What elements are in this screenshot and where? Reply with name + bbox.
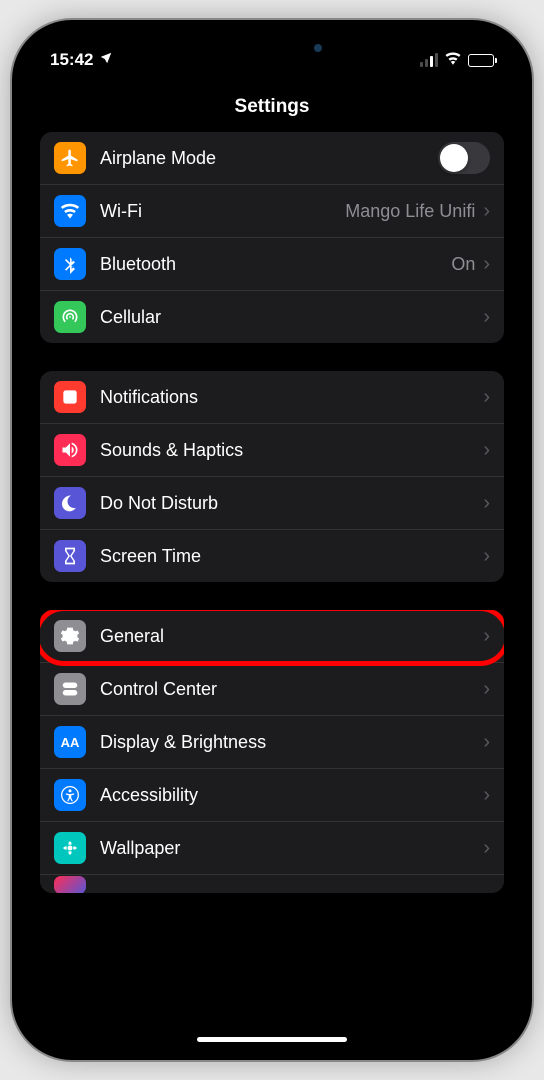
gear-icon (54, 620, 86, 652)
chevron-right-icon: › (483, 306, 490, 329)
status-right (420, 50, 494, 70)
row-notifications[interactable]: Notifications › (40, 371, 504, 424)
row-bluetooth[interactable]: Bluetooth On › (40, 238, 504, 291)
row-label: Bluetooth (100, 254, 451, 275)
chevron-right-icon: › (483, 837, 490, 860)
screen: 15:42 Settings (22, 30, 522, 1050)
row-dnd[interactable]: Do Not Disturb › (40, 477, 504, 530)
row-label: Notifications (100, 387, 483, 408)
row-label: Cellular (100, 307, 483, 328)
row-siri[interactable] (40, 875, 504, 893)
row-sounds[interactable]: Sounds & Haptics › (40, 424, 504, 477)
chevron-right-icon: › (483, 625, 490, 648)
settings-group-alerts: Notifications › Sounds & Haptics › Do No… (40, 371, 504, 582)
row-accessibility[interactable]: Accessibility › (40, 769, 504, 822)
switches-icon (54, 673, 86, 705)
row-cellular[interactable]: Cellular › (40, 291, 504, 343)
row-label: Screen Time (100, 546, 483, 567)
status-time: 15:42 (50, 50, 93, 70)
sounds-icon (54, 434, 86, 466)
airplane-toggle[interactable] (438, 142, 490, 174)
row-general[interactable]: General › (40, 610, 504, 663)
chevron-right-icon: › (483, 784, 490, 807)
row-value: On (451, 254, 475, 275)
row-value: Mango Life Unifi (345, 201, 475, 222)
chevron-right-icon: › (483, 439, 490, 462)
settings-group-connectivity: Airplane Mode Wi-Fi Mango Life Unifi › B… (40, 132, 504, 343)
phone-frame: 15:42 Settings (12, 20, 532, 1060)
chevron-right-icon: › (483, 386, 490, 409)
row-screentime[interactable]: Screen Time › (40, 530, 504, 582)
settings-group-system: General › Control Center › AA Display & … (40, 610, 504, 893)
bluetooth-icon (54, 248, 86, 280)
chevron-right-icon: › (483, 545, 490, 568)
row-airplane-mode[interactable]: Airplane Mode (40, 132, 504, 185)
wallpaper-icon (54, 832, 86, 864)
cellular-signal-icon (420, 53, 438, 67)
row-label: Sounds & Haptics (100, 440, 483, 461)
row-label: Accessibility (100, 785, 483, 806)
accessibility-icon (54, 779, 86, 811)
row-label: Wallpaper (100, 838, 483, 859)
notch (162, 30, 382, 66)
location-icon (99, 50, 113, 70)
chevron-right-icon: › (483, 253, 490, 276)
row-controlcenter[interactable]: Control Center › (40, 663, 504, 716)
chevron-right-icon: › (483, 200, 490, 223)
home-indicator[interactable] (197, 1037, 347, 1042)
status-left: 15:42 (50, 50, 113, 70)
siri-icon (54, 876, 86, 893)
chevron-right-icon: › (483, 731, 490, 754)
cellular-icon (54, 301, 86, 333)
row-wifi[interactable]: Wi-Fi Mango Life Unifi › (40, 185, 504, 238)
chevron-right-icon: › (483, 492, 490, 515)
notifications-icon (54, 381, 86, 413)
airplane-icon (54, 142, 86, 174)
row-wallpaper[interactable]: Wallpaper › (40, 822, 504, 875)
display-icon: AA (54, 726, 86, 758)
moon-icon (54, 487, 86, 519)
page-title: Settings (22, 78, 522, 132)
battery-icon (468, 54, 494, 67)
settings-content[interactable]: Airplane Mode Wi-Fi Mango Life Unifi › B… (22, 132, 522, 1042)
row-label: Airplane Mode (100, 148, 438, 169)
wifi-status-icon (444, 50, 462, 70)
row-label: Display & Brightness (100, 732, 483, 753)
row-label: Do Not Disturb (100, 493, 483, 514)
row-label: Control Center (100, 679, 483, 700)
row-label: General (100, 626, 483, 647)
hourglass-icon (54, 540, 86, 572)
wifi-icon (54, 195, 86, 227)
row-label: Wi-Fi (100, 201, 345, 222)
chevron-right-icon: › (483, 678, 490, 701)
row-display[interactable]: AA Display & Brightness › (40, 716, 504, 769)
